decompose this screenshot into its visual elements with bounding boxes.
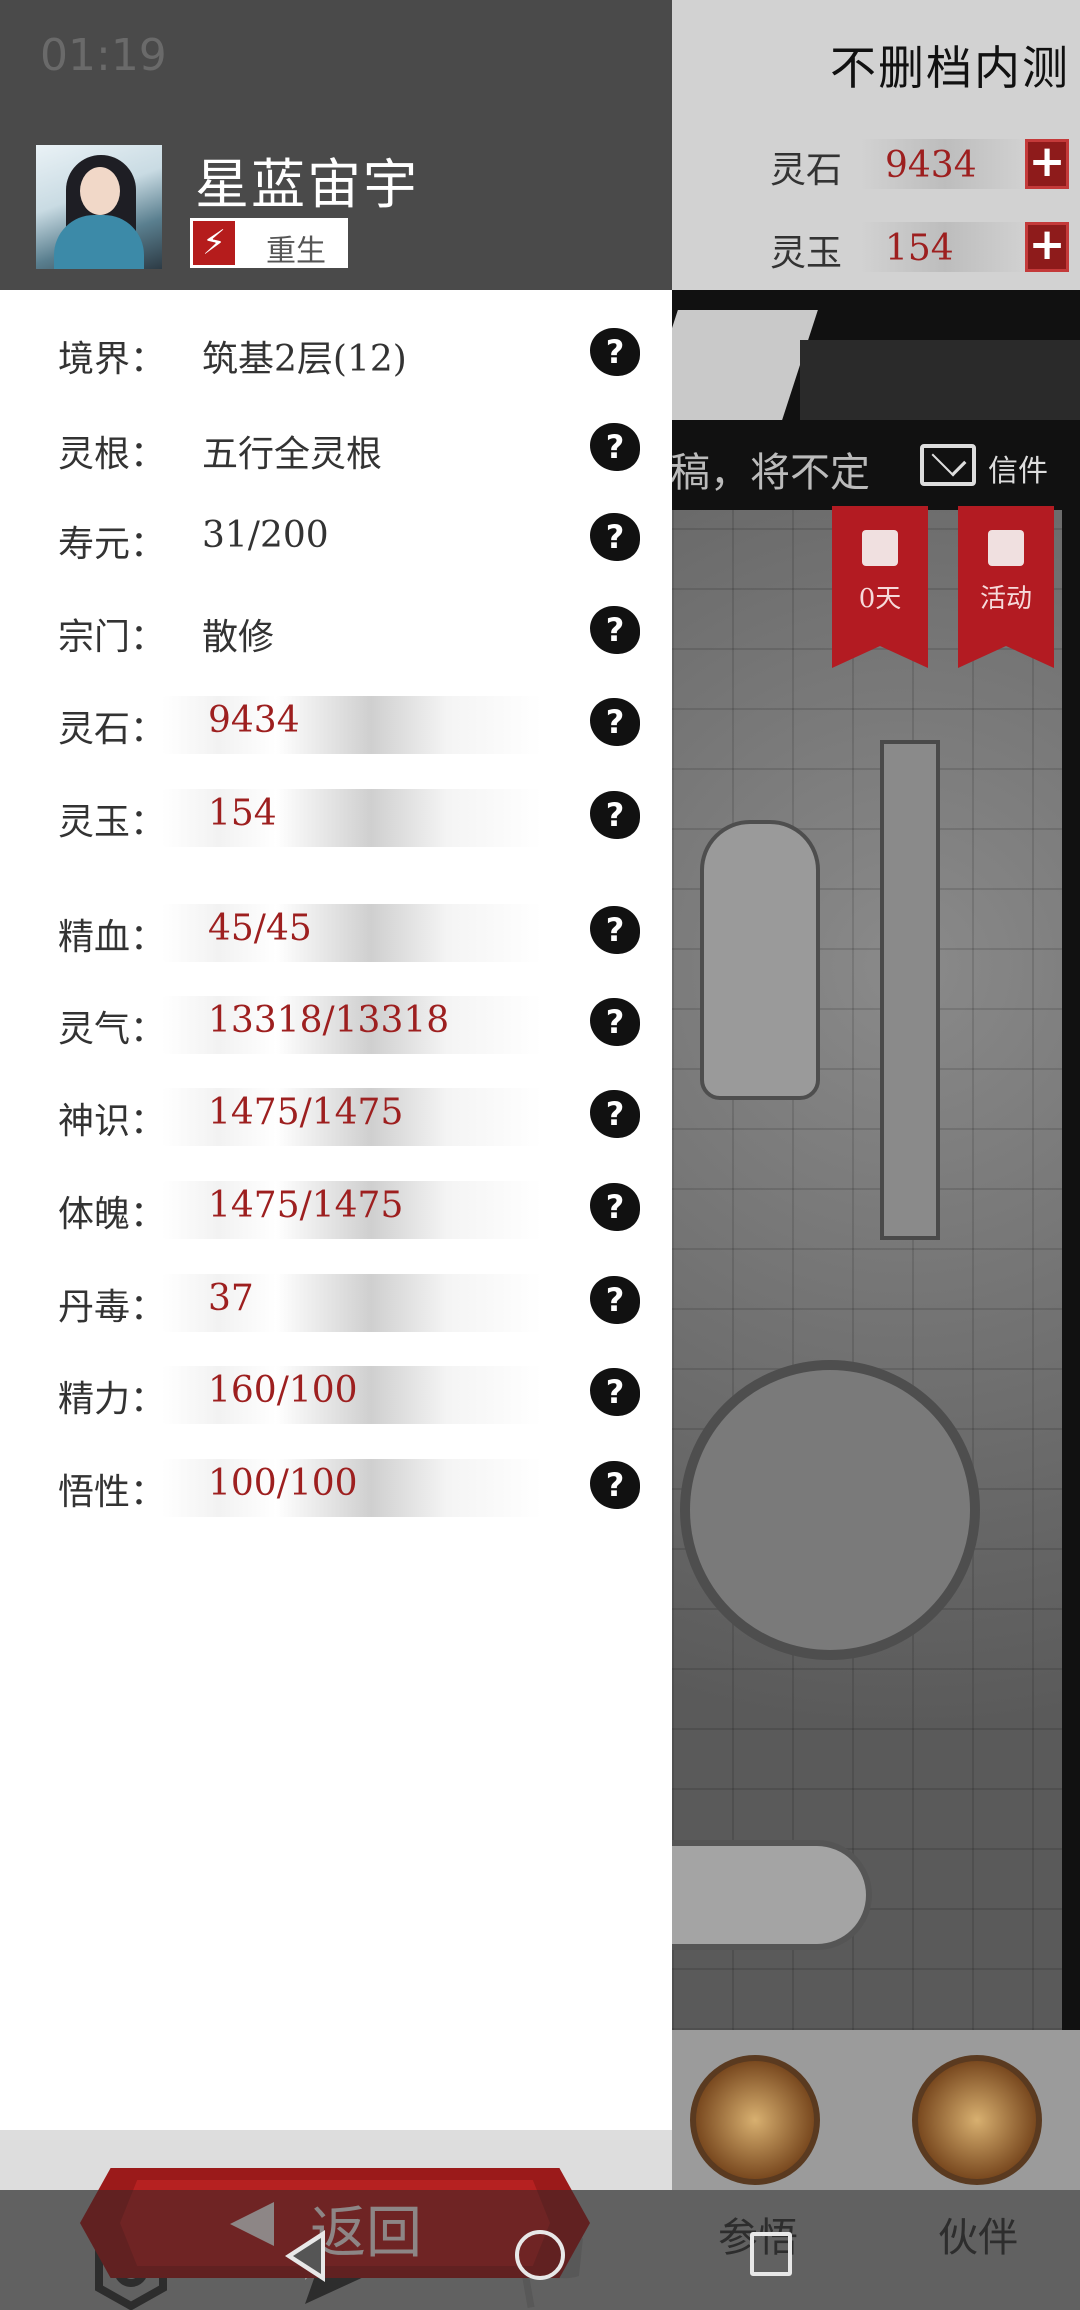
stat-row: 灵气： 13318/13318? xyxy=(0,990,672,1060)
banner-label: 活动 xyxy=(979,584,1032,614)
system-nav-bar xyxy=(0,2190,1080,2310)
stat-value: 9434 xyxy=(208,700,300,741)
stat-row: 灵玉： 154? xyxy=(0,783,672,853)
map-plaza xyxy=(680,1360,980,1660)
scroll-icon[interactable] xyxy=(690,2055,820,2185)
order-banner[interactable]: 0天 xyxy=(832,506,928,668)
help-icon[interactable]: ? xyxy=(590,1090,640,1138)
stat-value: 1475/1475 xyxy=(208,1185,404,1226)
help-icon[interactable]: ? xyxy=(590,1276,640,1324)
stat-label: 精力： xyxy=(58,1379,167,1420)
help-icon[interactable]: ? xyxy=(590,513,640,561)
stat-label: 灵根： xyxy=(58,434,167,475)
mail-icon xyxy=(920,444,976,486)
game-title: 不删档内测 xyxy=(830,41,1070,95)
stat-value: 160/100 xyxy=(208,1370,358,1411)
stat-row: 宗门： 散修? xyxy=(0,598,672,668)
scrolling-notice: 稿，将不定 xyxy=(670,450,870,496)
stat-row: 精力： 160/100? xyxy=(0,1360,672,1430)
badge-label: 重生 xyxy=(266,234,326,269)
stat-label: 丹毒： xyxy=(58,1287,167,1328)
map-border xyxy=(1062,510,1080,2030)
stat-label: 精血： xyxy=(58,917,167,958)
avatar[interactable] xyxy=(36,145,162,269)
help-icon[interactable]: ? xyxy=(590,791,640,839)
help-icon[interactable]: ? xyxy=(590,1461,640,1509)
help-icon[interactable]: ? xyxy=(590,1183,640,1231)
stat-label: 寿元： xyxy=(58,524,167,565)
map-input-slot[interactable] xyxy=(672,1840,872,1950)
stat-label: 灵石： xyxy=(58,709,167,750)
status-time: 01:19 xyxy=(40,30,167,81)
map-building xyxy=(880,740,940,1240)
stat-value: 筑基2层(12) xyxy=(202,339,407,380)
help-icon[interactable]: ? xyxy=(590,998,640,1046)
lightning-icon: ⚡ xyxy=(190,218,238,268)
stat-row: 精血： 45/45? xyxy=(0,898,672,968)
partner-icon[interactable] xyxy=(912,2055,1042,2185)
stat-value: 13318/13318 xyxy=(208,1000,450,1041)
stat-label: 宗门： xyxy=(58,617,167,658)
resource-row-spirit-stone: 灵石 9434 + xyxy=(760,135,1070,195)
activity-banner[interactable]: 活动 xyxy=(958,506,1054,668)
help-icon[interactable]: ? xyxy=(590,1368,640,1416)
stat-label: 悟性： xyxy=(58,1472,167,1513)
order-icon xyxy=(862,530,898,566)
stats-drawer: 境界： 筑基2层(12)? 灵根： 五行全灵根? 寿元： 31/200? 宗门： 散修? 灵石：… xyxy=(0,290,672,2310)
stat-value: 100/100 xyxy=(208,1463,358,1504)
resource-value: 154 xyxy=(885,228,954,269)
stat-row: 悟性： 100/100? xyxy=(0,1453,672,1523)
mail-button[interactable]: 信件 xyxy=(920,440,1080,500)
stat-row: 体魄： 1475/1475? xyxy=(0,1175,672,1245)
stat-value: 45/45 xyxy=(208,908,312,949)
resource-value: 9434 xyxy=(885,145,977,186)
stat-value: 154 xyxy=(208,793,277,834)
player-name: 星蓝宙宇 xyxy=(195,153,419,216)
mail-label: 信件 xyxy=(988,454,1048,489)
stat-row: 丹毒： 37? xyxy=(0,1268,672,1338)
map-building xyxy=(700,820,820,1100)
nav-recent-icon[interactable] xyxy=(750,2232,792,2276)
resource-name: 灵石 xyxy=(770,150,843,191)
stat-label: 神识： xyxy=(58,1101,167,1142)
drawer-header: 01:19 星蓝宙宇 ⚡ 重生 xyxy=(0,0,672,290)
stat-row: 灵根： 五行全灵根? xyxy=(0,415,672,485)
help-icon[interactable]: ? xyxy=(590,328,640,376)
banner-label: 0天 xyxy=(858,584,902,614)
stat-row: 神识： 1475/1475? xyxy=(0,1082,672,1152)
world-map[interactable] xyxy=(672,510,1062,2030)
stat-label: 体魄： xyxy=(58,1194,167,1235)
stat-row: 寿元： 31/200? xyxy=(0,505,672,575)
stat-value: 五行全灵根 xyxy=(202,434,383,475)
game-tab-bar xyxy=(800,340,1080,420)
stat-value: 散修 xyxy=(202,617,275,658)
rebirth-badge[interactable]: ⚡ 重生 xyxy=(190,218,348,269)
nav-home-icon[interactable] xyxy=(515,2230,565,2280)
help-icon[interactable]: ? xyxy=(590,906,640,954)
help-icon[interactable]: ? xyxy=(590,698,640,746)
stat-label: 灵玉： xyxy=(58,802,167,843)
stat-value: 1475/1475 xyxy=(208,1092,404,1133)
add-spirit-stone-button[interactable]: + xyxy=(1025,139,1069,189)
stat-value: 31/200 xyxy=(202,515,329,556)
add-spirit-jade-button[interactable]: + xyxy=(1025,222,1069,272)
stat-row: 境界： 筑基2层(12)? xyxy=(0,320,672,390)
stat-label: 境界： xyxy=(58,339,167,380)
help-icon[interactable]: ? xyxy=(590,423,640,471)
stat-value: 37 xyxy=(208,1278,254,1319)
resource-row-spirit-jade: 灵玉 154 + xyxy=(760,218,1070,278)
stat-label: 灵气： xyxy=(58,1009,167,1050)
resource-name: 灵玉 xyxy=(770,233,843,274)
stat-row: 灵石： 9434? xyxy=(0,690,672,760)
flag-icon xyxy=(988,530,1024,566)
help-icon[interactable]: ? xyxy=(590,606,640,654)
